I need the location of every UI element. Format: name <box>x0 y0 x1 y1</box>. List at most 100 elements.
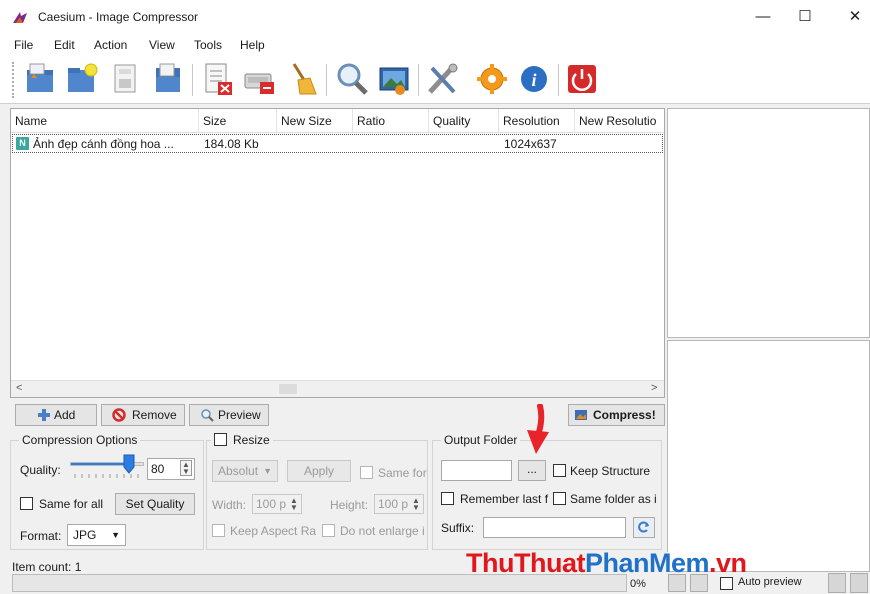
scroll-left-arrow[interactable]: < <box>16 382 22 394</box>
red-arrow-annotation <box>527 404 549 454</box>
save-list-icon[interactable] <box>108 60 144 98</box>
maximize-button[interactable]: ☐ <box>790 6 820 28</box>
image-file-icon: N <box>16 137 29 150</box>
output-folder-title: Output Folder <box>441 433 521 447</box>
preview-image-icon[interactable] <box>376 60 412 98</box>
scroll-thumb[interactable] <box>279 384 297 394</box>
column-resolution[interactable]: Resolution <box>499 109 575 133</box>
suffix-input[interactable] <box>483 517 626 538</box>
resize-mode-value: Absolut <box>218 464 259 478</box>
remove-items-icon[interactable] <box>200 60 236 98</box>
import-list-icon[interactable] <box>150 60 186 98</box>
add-button[interactable]: Add <box>15 404 97 426</box>
close-button[interactable]: ✕ <box>840 6 870 28</box>
preview-button[interactable]: Preview <box>189 404 269 426</box>
column-new-resolution[interactable]: New Resolutio <box>575 109 664 133</box>
list-header: Name Size New Size Ratio Quality Resolut… <box>11 109 664 133</box>
apply-button[interactable]: Apply <box>287 460 351 482</box>
width-label: Width: <box>212 498 247 512</box>
no-enlarge-checkbox[interactable] <box>322 524 335 537</box>
cell-size: 184.08 Kb <box>204 137 259 151</box>
horizontal-scrollbar[interactable]: < > <box>11 380 664 397</box>
height-spinbox[interactable]: 100 p ▲ ▼ <box>374 494 424 514</box>
toolbar-separator <box>326 64 327 96</box>
settings-gear-icon[interactable] <box>474 60 510 98</box>
tools-icon[interactable] <box>424 60 460 98</box>
keep-aspect-label: Keep Aspect Ra <box>230 524 317 538</box>
keep-structure-checkbox[interactable] <box>553 464 566 477</box>
quality-label: Quality: <box>20 463 61 477</box>
menu-tools[interactable]: Tools <box>194 38 222 52</box>
zoom-in-button[interactable] <box>850 573 868 593</box>
column-new-size[interactable]: New Size <box>277 109 353 133</box>
height-label: Height: <box>330 498 369 512</box>
height-spin-arrows[interactable]: ▲ ▼ <box>411 497 421 512</box>
width-spinbox[interactable]: 100 p ▲ ▼ <box>252 494 302 514</box>
compress-button[interactable]: Compress! <box>568 404 665 426</box>
quality-slider-handle[interactable] <box>123 454 135 474</box>
menu-edit[interactable]: Edit <box>54 38 75 52</box>
scroll-right-arrow[interactable]: > <box>651 382 657 394</box>
menu-file[interactable]: File <box>14 38 33 52</box>
quality-spin-arrows[interactable]: ▲ ▼ <box>180 460 192 476</box>
watermark-part2: PhanMem <box>584 548 710 578</box>
add-pictures-icon[interactable] <box>64 60 100 98</box>
broom-icon[interactable] <box>284 60 320 98</box>
info-icon[interactable]: i <box>516 60 552 98</box>
same-for-checkbox[interactable] <box>360 466 373 479</box>
table-row[interactable]: N Ảnh đẹp cánh đồng hoa ... 184.08 Kb 10… <box>12 134 663 153</box>
toolbar-separator <box>418 64 419 96</box>
compress-label: Compress! <box>593 408 656 422</box>
power-icon[interactable] <box>564 60 600 98</box>
svg-text:i: i <box>531 70 536 90</box>
width-spin-arrows[interactable]: ▲ ▼ <box>289 497 299 512</box>
refresh-icon <box>638 521 649 533</box>
menu-view[interactable]: View <box>149 38 175 52</box>
column-ratio[interactable]: Ratio <box>353 109 429 133</box>
remove-label: Remove <box>132 408 177 422</box>
watermark-part3: .vn <box>709 548 747 578</box>
menu-action[interactable]: Action <box>94 38 127 52</box>
title-bar: Caesium - Image Compressor — ☐ ✕ <box>0 0 870 34</box>
toolbar-grip <box>12 62 15 98</box>
quality-slider-ticks <box>74 474 139 478</box>
toolbar: i <box>0 56 870 104</box>
format-value: JPG <box>73 528 97 542</box>
set-quality-button[interactable]: Set Quality <box>115 493 195 515</box>
remove-button[interactable]: Remove <box>101 404 185 426</box>
refresh-button[interactable] <box>633 517 655 538</box>
same-folder-checkbox[interactable] <box>553 492 566 505</box>
keep-aspect-checkbox[interactable] <box>212 524 225 537</box>
height-value: 100 p <box>378 497 409 511</box>
watermark-logo: ThuThuatPhanMem.vn <box>466 548 747 579</box>
watermark-part1: ThuThuat <box>466 548 585 578</box>
column-size[interactable]: Size <box>199 109 277 133</box>
browse-button[interactable]: ... <box>518 460 546 481</box>
same-folder-label: Same folder as i <box>570 492 657 506</box>
column-name[interactable]: Name <box>11 109 199 133</box>
column-quality[interactable]: Quality <box>429 109 499 133</box>
quality-value: 80 <box>151 462 165 476</box>
menu-help[interactable]: Help <box>240 38 265 52</box>
format-label: Format: <box>20 529 62 543</box>
resize-mode-select[interactable]: Absolut ▼ <box>212 460 278 482</box>
resize-checkbox[interactable] <box>214 433 227 446</box>
same-for-all-checkbox[interactable] <box>20 497 33 510</box>
quality-spinbox[interactable]: 80 ▲ ▼ <box>147 458 195 480</box>
search-icon[interactable] <box>334 60 370 98</box>
width-value: 100 p <box>256 497 287 511</box>
format-select[interactable]: JPG ▼ <box>67 524 126 546</box>
open-folder-icon[interactable] <box>22 60 58 98</box>
compressed-preview-pane <box>667 340 870 572</box>
quality-slider-fill <box>71 463 129 465</box>
minimize-button[interactable]: — <box>748 6 778 28</box>
keep-structure-label: Keep Structure <box>570 464 651 478</box>
preview-label: Preview <box>218 408 261 422</box>
same-for-all-label: Same for all <box>39 497 104 511</box>
remember-last-checkbox[interactable] <box>441 492 454 505</box>
file-list[interactable]: Name Size New Size Ratio Quality Resolut… <box>10 108 665 398</box>
chevron-down-icon: ▼ <box>263 466 272 476</box>
clear-list-icon[interactable] <box>242 60 278 98</box>
zoom-out-button[interactable] <box>828 573 846 593</box>
output-path-input[interactable] <box>441 460 512 481</box>
